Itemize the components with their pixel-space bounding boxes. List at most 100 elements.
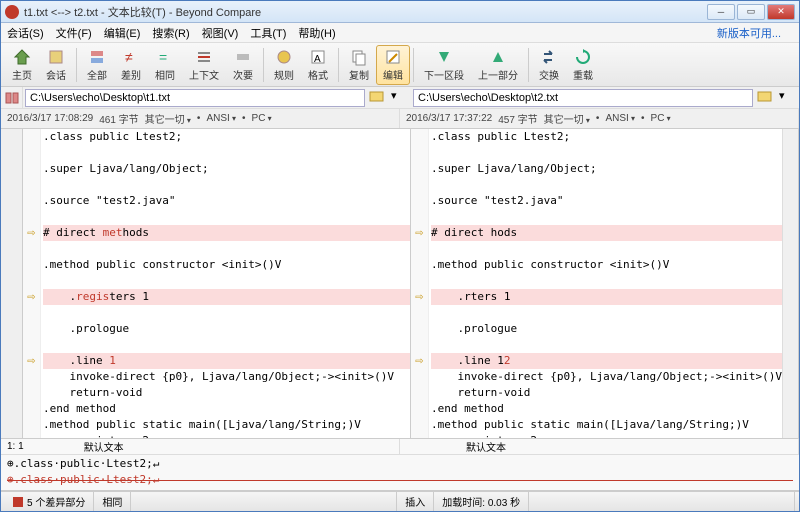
toolbar-label: 全部 bbox=[87, 67, 107, 82]
相同-icon: = bbox=[156, 48, 174, 66]
下一区段-icon bbox=[435, 48, 453, 66]
bottom-label-left: 默认文本 bbox=[84, 439, 124, 454]
right-code[interactable]: .class public Ltest2;.super Ljava/lang/O… bbox=[429, 129, 782, 438]
left-size: 461 字节 bbox=[99, 111, 138, 126]
scrollbar[interactable] bbox=[782, 129, 798, 438]
复制-icon bbox=[350, 48, 368, 66]
left-path-input[interactable] bbox=[25, 89, 365, 107]
toolbar-label: 重载 bbox=[573, 67, 593, 82]
上一部分-icon bbox=[489, 48, 507, 66]
right-time: 2016/3/17 17:37:22 bbox=[406, 113, 492, 124]
app-icon bbox=[5, 5, 19, 19]
差别-icon: ≠ bbox=[122, 48, 140, 66]
path-row: ▾ ▾ bbox=[1, 87, 799, 109]
left-marker-col: ⇨⇨⇨⇨⇨ bbox=[23, 129, 41, 438]
次要-icon bbox=[234, 48, 252, 66]
toolbar-规则[interactable]: 规则 bbox=[267, 45, 301, 85]
maximize-button[interactable]: ▭ bbox=[737, 4, 765, 20]
new-version-link[interactable]: 新版本可用... bbox=[717, 25, 781, 41]
menu-item[interactable]: 会话(S) bbox=[7, 25, 44, 41]
svg-text:≠: ≠ bbox=[125, 49, 133, 65]
menu-item[interactable]: 视图(V) bbox=[202, 25, 239, 41]
toolbar-会话[interactable]: 会话 bbox=[39, 45, 73, 85]
titlebar: t1.txt <--> t2.txt - 文本比较(T) - Beyond Co… bbox=[1, 1, 799, 23]
status-insert: 插入 bbox=[397, 492, 434, 511]
编辑-icon bbox=[384, 48, 402, 66]
right-other-dropdown[interactable]: 其它一切 bbox=[544, 111, 590, 126]
主页-icon bbox=[13, 48, 31, 66]
toolbar: 主页会话 全部 ≠ 差别 = 相同上下文次要 规则 A 格式 复制编辑 下一区段上一部分 交换重载 bbox=[1, 43, 799, 87]
left-platform-dropdown[interactable]: PC bbox=[252, 113, 272, 124]
toolbar-label: 格式 bbox=[308, 67, 328, 82]
minimize-button[interactable]: ─ bbox=[707, 4, 735, 20]
toolbar-label: 相同 bbox=[155, 67, 175, 82]
meta-row: 2016/3/17 17:08:29 461 字节 其它一切 • ANSI • … bbox=[1, 109, 799, 129]
toolbar-编辑[interactable]: 编辑 bbox=[376, 45, 410, 85]
toolbar-label: 编辑 bbox=[383, 67, 403, 82]
toolbar-相同[interactable]: = 相同 bbox=[148, 45, 182, 85]
left-browse-icon[interactable] bbox=[369, 89, 387, 107]
left-time: 2016/3/17 17:08:29 bbox=[7, 113, 93, 124]
toolbar-label: 主页 bbox=[12, 67, 32, 82]
toolbar-重载[interactable]: 重载 bbox=[566, 45, 600, 85]
bottom-label-right: 默认文本 bbox=[466, 439, 506, 454]
left-other-dropdown[interactable]: 其它一切 bbox=[145, 111, 191, 126]
格式-icon: A bbox=[309, 48, 327, 66]
上下文-icon bbox=[195, 48, 213, 66]
toolbar-label: 复制 bbox=[349, 67, 369, 82]
status-loadtime: 加载时间: 0.03 秒 bbox=[434, 492, 529, 511]
toolbar-label: 下一区段 bbox=[424, 67, 464, 82]
close-button[interactable]: ✕ bbox=[767, 4, 795, 20]
left-encoding-dropdown[interactable]: ANSI bbox=[206, 113, 236, 124]
view-mode-button[interactable] bbox=[1, 87, 23, 109]
menu-item[interactable]: 编辑(E) bbox=[104, 25, 141, 41]
svg-text:=: = bbox=[159, 49, 167, 65]
toolbar-label: 交换 bbox=[539, 67, 559, 82]
menu-item[interactable]: 工具(T) bbox=[250, 25, 286, 41]
toolbar-主页[interactable]: 主页 bbox=[5, 45, 39, 85]
toolbar-全部[interactable]: 全部 bbox=[80, 45, 114, 85]
right-size: 457 字节 bbox=[498, 111, 537, 126]
toolbar-差别[interactable]: ≠ 差别 bbox=[114, 45, 148, 85]
left-dropdown-icon[interactable]: ▾ bbox=[391, 89, 409, 107]
交换-icon bbox=[540, 48, 558, 66]
right-browse-icon[interactable] bbox=[757, 89, 775, 107]
left-code[interactable]: .class public Ltest2;.super Ljava/lang/O… bbox=[41, 129, 410, 438]
会话-icon bbox=[47, 48, 65, 66]
right-pane: ⇨⇨⇨⇨⇨ .class public Ltest2;.super Ljava/… bbox=[411, 129, 799, 438]
statusbar: 5 个差异部分 相同 插入 加载时间: 0.03 秒 bbox=[1, 491, 799, 511]
menu-item[interactable]: 帮助(H) bbox=[298, 25, 335, 41]
toolbar-label: 会话 bbox=[46, 67, 66, 82]
全部-icon bbox=[88, 48, 106, 66]
right-dropdown-icon[interactable]: ▾ bbox=[779, 89, 797, 107]
menu-item[interactable]: 文件(F) bbox=[56, 25, 92, 41]
svg-text:A: A bbox=[314, 54, 321, 65]
toolbar-次要[interactable]: 次要 bbox=[226, 45, 260, 85]
window-title: t1.txt <--> t2.txt - 文本比较(T) - Beyond Co… bbox=[24, 4, 707, 20]
right-platform-dropdown[interactable]: PC bbox=[651, 113, 671, 124]
menu-item[interactable]: 搜索(R) bbox=[152, 25, 189, 41]
right-encoding-dropdown[interactable]: ANSI bbox=[605, 113, 635, 124]
toolbar-格式[interactable]: A 格式 bbox=[301, 45, 335, 85]
bottom-diff-body[interactable]: ⊕.class·public·Ltest2;↵⊕.class·public·Lt… bbox=[1, 455, 799, 490]
toolbar-label: 规则 bbox=[274, 67, 294, 82]
diff-flag-icon bbox=[13, 497, 23, 507]
toolbar-下一区段[interactable]: 下一区段 bbox=[417, 45, 471, 85]
toolbar-label: 上一部分 bbox=[478, 67, 518, 82]
toolbar-上一部分[interactable]: 上一部分 bbox=[471, 45, 525, 85]
重载-icon bbox=[574, 48, 592, 66]
right-marker-col: ⇨⇨⇨⇨⇨ bbox=[411, 129, 429, 438]
规则-icon bbox=[275, 48, 293, 66]
status-same: 相同 bbox=[94, 492, 131, 511]
toolbar-交换[interactable]: 交换 bbox=[532, 45, 566, 85]
right-path-input[interactable] bbox=[413, 89, 753, 107]
overview-gutter[interactable] bbox=[1, 129, 23, 438]
toolbar-label: 差别 bbox=[121, 67, 141, 82]
bottom-pos: 1: 1 bbox=[7, 441, 24, 452]
compare-panes: ⇨⇨⇨⇨⇨ .class public Ltest2;.super Ljava/… bbox=[1, 129, 799, 439]
toolbar-复制[interactable]: 复制 bbox=[342, 45, 376, 85]
toolbar-上下文[interactable]: 上下文 bbox=[182, 45, 226, 85]
status-diffs: 5 个差异部分 bbox=[27, 494, 85, 509]
toolbar-label: 次要 bbox=[233, 67, 253, 82]
left-pane: ⇨⇨⇨⇨⇨ .class public Ltest2;.super Ljava/… bbox=[23, 129, 411, 438]
